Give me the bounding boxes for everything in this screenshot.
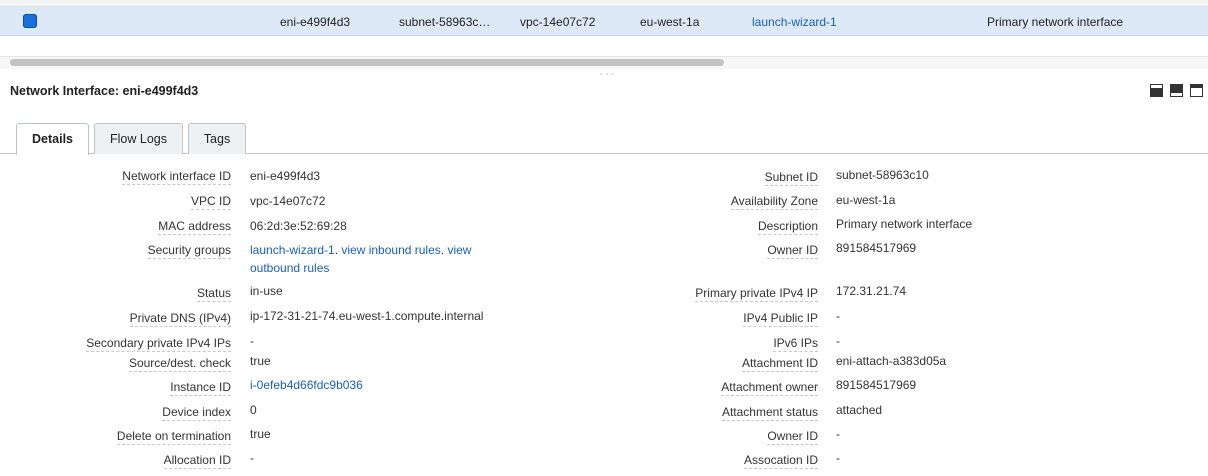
value-primary-private-ip: 172.31.21.74 [836,284,907,298]
pane-layout-bottom-icon[interactable] [1150,84,1163,97]
tab-tags[interactable]: Tags [188,123,246,154]
label-availability-zone: Availability Zone [730,194,818,210]
label-device-index: Device index [162,405,231,421]
label-vpc-id: VPC ID [190,194,231,210]
row-description: Primary network interface [987,15,1124,29]
value-association-id: - [836,451,840,465]
label-owner-id-attachment: Owner ID [767,429,818,445]
tab-details[interactable]: Details [16,123,89,155]
label-private-dns: Private DNS (IPv4) [129,311,231,327]
row-security-group-link[interactable]: launch-wizard-1 [752,15,837,29]
row-subnet: subnet-58963c… [399,15,491,29]
value-owner-id: 891584517969 [836,241,917,255]
value-attachment-id: eni-attach-a383d05a [836,354,947,368]
label-status: Status [196,286,231,302]
row-checkbox[interactable] [23,14,37,28]
value-network-interface-id: eni-e499f4d3 [250,169,321,183]
value-device-index: 0 [250,403,257,417]
label-allocation-id: Allocation ID [163,453,231,469]
label-mac-address: MAC address [158,219,231,235]
label-network-interface-id: Network interface ID [122,169,231,185]
label-source-dest-check: Source/dest. check [128,356,231,372]
value-ipv6-ips: - [836,334,840,348]
grid-header-strip [0,0,1208,7]
label-attachment-owner: Attachment owner [721,380,818,396]
label-association-id: Assocation ID [743,453,818,469]
label-attachment-status: Attachment status [721,405,818,421]
row-interface-id: eni-e499f4d3 [280,15,351,29]
label-description: Description [757,219,818,235]
view-inbound-rules-link[interactable]: view inbound rules [341,243,440,257]
security-group-link[interactable]: launch-wizard-1 [250,243,335,257]
value-owner-id-attachment: - [836,427,840,441]
pane-layout-top-icon[interactable] [1190,84,1203,97]
horizontal-scrollbar-thumb[interactable] [10,59,724,66]
instance-id-link[interactable]: i-0efeb4d66fdc9b036 [250,378,363,392]
value-source-dest-check: true [250,354,271,368]
row-vpc: vpc-14e07c72 [520,15,596,29]
pane-layout-controls [1148,84,1208,98]
table-row[interactable]: eni-e499f4d3 subnet-58963c… vpc-14e07c72… [0,7,1208,36]
value-attachment-status: attached [836,403,883,417]
label-subnet-id: Subnet ID [764,170,818,186]
label-primary-private-ip: Primary private IPv4 IP [695,286,818,302]
label-attachment-id: Attachment ID [741,356,818,372]
value-security-groups: launch-wizard-1. view inbound rules. vie… [250,243,472,275]
pane-layout-split-icon[interactable] [1170,84,1183,97]
value-attachment-owner: 891584517969 [836,378,917,392]
value-status: in-use [250,284,283,298]
row-zone: eu-west-1a [640,15,700,29]
value-ipv4-public-ip: - [836,309,840,323]
value-allocation-id: - [250,451,254,465]
value-availability-zone: eu-west-1a [836,193,896,207]
value-secondary-private-ips: - [250,334,254,348]
tab-flow-logs[interactable]: Flow Logs [94,123,183,154]
value-description: Primary network interface [836,217,973,231]
label-delete-on-termination: Delete on termination [116,429,231,445]
label-ipv6-ips: IPv6 IPs [773,336,818,352]
value-delete-on-termination: true [250,427,271,441]
label-owner-id: Owner ID [767,243,818,259]
value-private-dns: ip-172-31-21-74.eu-west-1.compute.intern… [250,309,484,323]
pane-title: Network Interface: eni-e499f4d3 [10,84,199,98]
label-ipv4-public-ip: IPv4 Public IP [743,311,818,327]
label-security-groups: Security groups [147,243,231,259]
value-subnet-id: subnet-58963c10 [836,168,929,182]
value-mac-address: 06:2d:3e:52:69:28 [250,219,347,233]
label-secondary-private-ips: Secondary private IPv4 IPs [86,336,231,352]
value-vpc-id: vpc-14e07c72 [250,194,326,208]
label-instance-id: Instance ID [170,380,231,396]
grid-empty-area [0,36,1208,56]
pane-splitter-handle[interactable]: ▫▫▫ [600,71,630,78]
